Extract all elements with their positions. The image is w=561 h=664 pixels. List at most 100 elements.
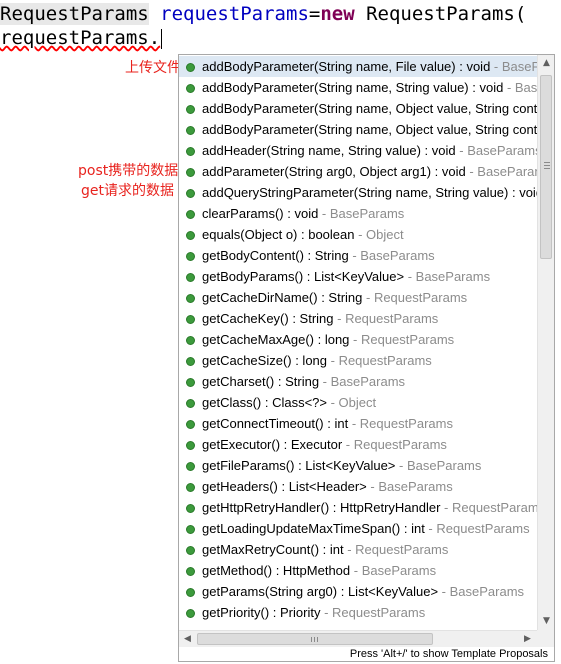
public-method-icon <box>186 546 195 555</box>
grip-line <box>317 637 318 642</box>
proposal-item[interactable]: addParameter(String arg0, Object arg1) :… <box>179 161 537 182</box>
proposal-item[interactable]: equals(Object o) : boolean - Object <box>179 224 537 245</box>
public-method-icon <box>186 378 195 387</box>
proposal-item[interactable]: getFileParams() : List<KeyValue> - BaseP… <box>179 455 537 476</box>
proposal-item[interactable]: addBodyParameter(String name, Object val… <box>179 98 537 119</box>
proposal-text: getCacheKey() : String - RequestParams <box>202 308 438 329</box>
public-method-icon <box>186 147 195 156</box>
horizontal-scroll-thumb[interactable] <box>197 633 433 645</box>
public-method-icon <box>186 252 195 261</box>
code-line-1[interactable]: RequestParams requestParams=new RequestP… <box>0 2 526 26</box>
horizontal-scrollbar[interactable]: ◀ ▶ <box>179 630 537 647</box>
proposal-signature: equals(Object o) : boolean <box>202 227 355 242</box>
public-method-icon <box>186 126 195 135</box>
proposal-signature: getCharset() : String <box>202 374 320 389</box>
proposal-item[interactable]: addHeader(String name, String value) : v… <box>179 140 537 161</box>
proposal-owner: - RequestParams <box>343 542 449 557</box>
public-method-icon <box>186 168 195 177</box>
proposal-owner: - BaseParams <box>469 164 537 179</box>
proposal-text: getHttpRetryHandler() : HttpRetryHandler… <box>202 497 537 518</box>
proposal-text: getHeaders() : List<Header> - BaseParams <box>202 476 453 497</box>
proposal-signature: addBodyParameter(String name, Object val… <box>202 101 537 116</box>
proposal-signature: getMethod() : HttpMethod <box>202 563 351 578</box>
proposal-list[interactable]: addBodyParameter(String name, File value… <box>179 55 537 630</box>
proposal-signature: addQueryStringParameter(String name, Str… <box>202 185 537 200</box>
proposal-text: clearParams() : void - BaseParams <box>202 203 404 224</box>
proposal-signature: getCacheDirName() : String <box>202 290 363 305</box>
proposal-item[interactable]: getHttpRetryHandler() : HttpRetryHandler… <box>179 497 537 518</box>
proposal-signature: getLoadingUpdateMaxTimeSpan() : int <box>202 521 425 536</box>
proposal-item[interactable]: addBodyParameter(String name, File value… <box>179 56 537 77</box>
proposal-text: getCacheDirName() : String - RequestPara… <box>202 287 467 308</box>
proposal-signature: getCacheKey() : String <box>202 311 334 326</box>
proposal-item[interactable]: getClass() : Class<?> - Object <box>179 392 537 413</box>
proposal-signature: getHeaders() : List<Header> <box>202 479 367 494</box>
proposal-item[interactable]: clearParams() : void - BaseParams <box>179 203 537 224</box>
assign-operator: = <box>308 3 321 25</box>
proposal-signature: getParams(String arg0) : List<KeyValue> <box>202 584 439 599</box>
proposal-signature: addBodyParameter(String name, Object val… <box>202 122 537 137</box>
proposal-owner: - BaseParams <box>395 458 482 473</box>
vertical-scroll-thumb[interactable] <box>540 75 552 259</box>
public-method-icon <box>186 609 195 618</box>
proposal-item[interactable]: getCacheMaxAge() : long - RequestParams <box>179 329 537 350</box>
proposal-item[interactable]: getMaxRetryCount() : int - RequestParams <box>179 539 537 560</box>
proposal-item[interactable]: getPriority() : Priority - RequestParams <box>179 602 537 623</box>
proposal-item[interactable]: getHeaders() : List<Header> - BaseParams <box>179 476 537 497</box>
proposal-owner: - Object <box>354 227 404 242</box>
public-method-icon <box>186 63 195 72</box>
proposal-item[interactable]: getBodyContent() : String - BaseParams <box>179 245 537 266</box>
annotation-post-data: post携带的数据 <box>78 163 179 179</box>
proposal-item[interactable]: getBodyParams() : List<KeyValue> - BaseP… <box>179 266 537 287</box>
proposal-item[interactable]: getCacheDirName() : String - RequestPara… <box>179 287 537 308</box>
proposal-signature: getMaxRetryCount() : int <box>202 542 344 557</box>
proposal-item[interactable]: getExecutor() : Executor - RequestParams <box>179 434 537 455</box>
public-method-icon <box>186 210 195 219</box>
proposal-text: getFileParams() : List<KeyValue> - BaseP… <box>202 455 481 476</box>
proposal-owner: - RequestParams <box>320 605 426 620</box>
scroll-down-icon[interactable]: ▼ <box>538 613 555 630</box>
proposal-text: getCacheSize() : long - RequestParams <box>202 350 432 371</box>
proposal-owner: - RequestParams <box>342 437 447 452</box>
proposal-owner: - BaseParams <box>455 143 537 158</box>
public-method-icon <box>186 273 195 282</box>
vertical-scrollbar[interactable]: ▲ ▼ <box>537 55 554 630</box>
proposal-item[interactable]: getConnectTimeout() : int - RequestParam… <box>179 413 537 434</box>
proposal-owner: - RequestParams <box>327 353 432 368</box>
proposal-signature: getCacheSize() : long <box>202 353 328 368</box>
content-assist-popup[interactable]: addBodyParameter(String name, File value… <box>178 54 555 662</box>
proposal-item[interactable]: getCacheSize() : long - RequestParams <box>179 350 537 371</box>
grip-line <box>544 162 550 163</box>
scroll-up-icon[interactable]: ▲ <box>538 55 555 72</box>
current-expression: requestParams. <box>0 27 161 49</box>
scroll-right-icon[interactable]: ▶ <box>519 631 536 648</box>
proposal-signature: getFileParams() : List<KeyValue> <box>202 458 396 473</box>
public-method-icon <box>186 315 195 324</box>
proposal-item[interactable]: getCharset() : String - BaseParams <box>179 371 537 392</box>
proposal-text: equals(Object o) : boolean - Object <box>202 224 404 245</box>
proposal-item[interactable]: addBodyParameter(String name, Object val… <box>179 119 537 140</box>
proposal-item[interactable]: addQueryStringParameter(String name, Str… <box>179 182 537 203</box>
proposal-item[interactable]: getLoadingUpdateMaxTimeSpan() : int - Re… <box>179 518 537 539</box>
proposal-text: getCharset() : String - BaseParams <box>202 371 405 392</box>
proposal-item[interactable]: addBodyParameter(String name, String val… <box>179 77 537 98</box>
public-method-icon <box>186 588 195 597</box>
public-method-icon <box>186 84 195 93</box>
proposal-owner: - RequestParams <box>440 500 537 515</box>
proposal-item[interactable]: getCacheKey() : String - RequestParams <box>179 308 537 329</box>
scroll-left-icon[interactable]: ◀ <box>179 631 196 648</box>
proposal-item[interactable]: getParams(String arg0) : List<KeyValue> … <box>179 581 537 602</box>
proposal-owner: - RequestParams <box>333 311 439 326</box>
code-line-2[interactable]: requestParams. <box>0 26 163 50</box>
proposal-text: addBodyParameter(String name, Object val… <box>202 98 537 119</box>
status-hint: Press 'Alt+/' to show Template Proposals <box>179 647 554 661</box>
public-method-icon <box>186 336 195 345</box>
proposal-owner: - BaseParams <box>438 584 525 599</box>
proposal-signature: clearParams() : void <box>202 206 319 221</box>
proposal-item[interactable]: getMethod() : HttpMethod - BaseParams <box>179 560 537 581</box>
proposal-owner: - Object <box>327 395 377 410</box>
variable-name: requestParams <box>160 3 309 25</box>
public-method-icon <box>186 567 195 576</box>
new-keyword: new <box>320 3 355 25</box>
proposal-text: getPriority() : Priority - RequestParams <box>202 602 425 623</box>
